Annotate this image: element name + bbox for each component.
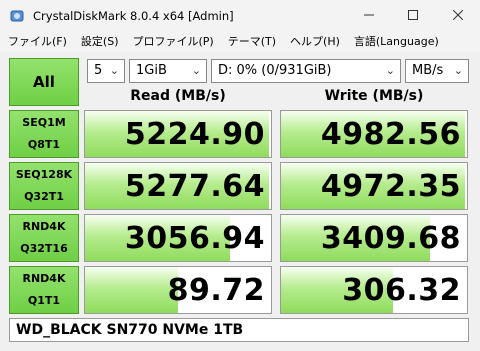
write-header: Write (MB/s) (324, 88, 424, 104)
crystaldiskmark-app-icon (10, 10, 24, 22)
test-button-seq128k-q32t1[interactable]: SEQ128K Q32T1 (9, 162, 79, 210)
test-label-line1: SEQ128K (15, 168, 73, 181)
drive-name-field[interactable]: WD_BLACK SN770 NVMe 1TB (9, 318, 469, 342)
drive-value: D: 0% (0/931GiB) (218, 63, 332, 78)
test-label-line2: Q8T1 (27, 138, 61, 151)
read-bar-fill (85, 267, 178, 313)
test-count-select[interactable]: 5 ⌄ (87, 59, 125, 83)
chevron-down-icon: ⌄ (385, 64, 395, 77)
write-value: 306.32 (342, 272, 461, 308)
menu-theme[interactable]: テーマ(T) (220, 32, 282, 52)
close-icon (452, 10, 463, 20)
all-button[interactable]: All (9, 58, 79, 106)
maximize-button[interactable] (390, 0, 435, 30)
test-size-value: 1GiB (136, 63, 167, 78)
read-value: 5277.64 (124, 168, 265, 204)
write-result-cell: 3409.68 (280, 214, 468, 262)
chevron-down-icon: ⌄ (191, 64, 201, 77)
test-button-rnd4k-q1t1[interactable]: RND4K Q1T1 (9, 266, 79, 314)
write-result-cell: 306.32 (280, 266, 468, 314)
menu-help[interactable]: ヘルプ(H) (282, 32, 346, 52)
test-count-value: 5 (94, 63, 103, 78)
read-result-cell: 5224.90 (84, 110, 272, 158)
read-value: 89.72 (167, 272, 265, 308)
test-label-line1: RND4K (22, 272, 66, 285)
read-header: Read (MB/s) (130, 88, 226, 104)
write-result-cell: 4972.35 (280, 162, 468, 210)
read-result-cell: 3056.94 (84, 214, 272, 262)
menu-bar: ファイル(F) 設定(S) プロファイル(P) テーマ(T) ヘルプ(H) 言語… (0, 32, 480, 52)
test-size-select[interactable]: 1GiB ⌄ (129, 59, 207, 83)
maximize-icon (407, 10, 418, 20)
chevron-down-icon: ⌄ (109, 64, 119, 77)
test-button-rnd4k-q32t16[interactable]: RND4K Q32T16 (9, 214, 79, 262)
menu-language[interactable]: 言語(Language) (346, 32, 445, 52)
read-value: 3056.94 (124, 220, 265, 256)
write-value: 4982.56 (320, 116, 461, 152)
menu-settings[interactable]: 設定(S) (73, 32, 125, 52)
write-value: 4972.35 (320, 168, 461, 204)
title-bar: CrystalDiskMark 8.0.4 x64 [Admin] (0, 0, 480, 32)
unit-select[interactable]: MB/s ⌄ (405, 59, 469, 83)
test-label-line1: SEQ1M (22, 116, 66, 129)
test-label-line2: Q1T1 (27, 294, 61, 307)
menu-profile[interactable]: プロファイル(P) (125, 32, 220, 52)
chevron-down-icon: ⌄ (453, 64, 463, 77)
write-value: 3409.68 (320, 220, 461, 256)
read-result-cell: 5277.64 (84, 162, 272, 210)
drive-select[interactable]: D: 0% (0/931GiB) ⌄ (211, 59, 401, 83)
test-label-line2: Q32T1 (24, 190, 64, 203)
test-label-line2: Q32T16 (20, 242, 68, 255)
window-title: CrystalDiskMark 8.0.4 x64 [Admin] (33, 9, 234, 23)
read-value: 5224.90 (124, 116, 265, 152)
menu-file[interactable]: ファイル(F) (0, 32, 73, 52)
write-result-cell: 4982.56 (280, 110, 468, 158)
read-result-cell: 89.72 (84, 266, 272, 314)
test-label-line1: RND4K (22, 220, 66, 233)
minimize-icon (363, 14, 374, 16)
minimize-button[interactable] (346, 0, 391, 30)
unit-value: MB/s (412, 63, 444, 78)
close-button[interactable] (435, 0, 480, 30)
test-button-seq1m-q8t1[interactable]: SEQ1M Q8T1 (9, 110, 79, 158)
